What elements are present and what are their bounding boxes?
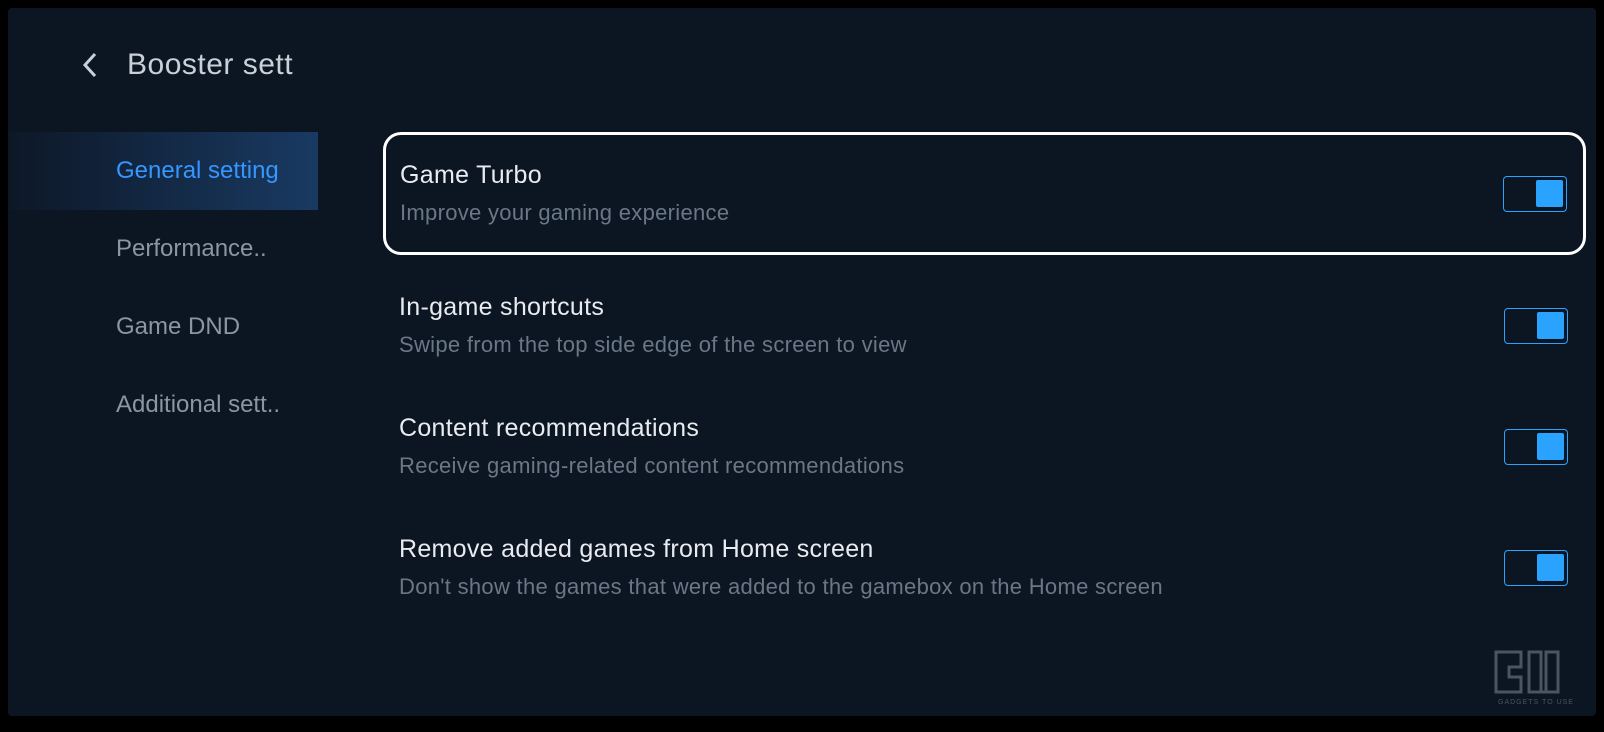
setting-description: Improve your gaming experience bbox=[400, 200, 1483, 226]
setting-in-game-shortcuts[interactable]: In-game shortcuts Swipe from the top sid… bbox=[383, 265, 1586, 386]
setting-game-turbo[interactable]: Game Turbo Improve your gaming experienc… bbox=[383, 132, 1586, 255]
sidebar-item-additional[interactable]: Additional sett.. bbox=[8, 366, 318, 444]
setting-description: Don't show the games that were added to … bbox=[399, 574, 1484, 600]
sidebar-item-general[interactable]: General setting bbox=[8, 132, 318, 210]
toggle-in-game-shortcuts[interactable] bbox=[1504, 308, 1568, 344]
settings-panel: Game Turbo Improve your gaming experienc… bbox=[318, 132, 1596, 628]
watermark: GADGETS TO USE bbox=[1491, 647, 1581, 706]
setting-remove-games-home[interactable]: Remove added games from Home screen Don'… bbox=[383, 507, 1586, 628]
sidebar: General setting Performance.. Game DND A… bbox=[8, 132, 318, 628]
watermark-text: GADGETS TO USE bbox=[1498, 699, 1574, 706]
setting-title: Game Turbo bbox=[400, 161, 1483, 190]
toggle-content-recommendations[interactable] bbox=[1504, 429, 1568, 465]
sidebar-item-game-dnd[interactable]: Game DND bbox=[8, 288, 318, 366]
back-icon[interactable] bbox=[78, 53, 102, 77]
page-title: Booster sett bbox=[127, 48, 293, 82]
toggle-game-turbo[interactable] bbox=[1503, 176, 1567, 212]
setting-title: Content recommendations bbox=[399, 414, 1484, 443]
sidebar-item-performance[interactable]: Performance.. bbox=[8, 210, 318, 288]
setting-title: In-game shortcuts bbox=[399, 293, 1484, 322]
toggle-remove-games-home[interactable] bbox=[1504, 550, 1568, 586]
setting-title: Remove added games from Home screen bbox=[399, 535, 1484, 564]
setting-content-recommendations[interactable]: Content recommendations Receive gaming-r… bbox=[383, 386, 1586, 507]
header: Booster sett bbox=[8, 8, 1596, 102]
setting-description: Receive gaming-related content recommend… bbox=[399, 453, 1484, 479]
watermark-logo-icon bbox=[1491, 647, 1581, 697]
setting-description: Swipe from the top side edge of the scre… bbox=[399, 332, 1484, 358]
